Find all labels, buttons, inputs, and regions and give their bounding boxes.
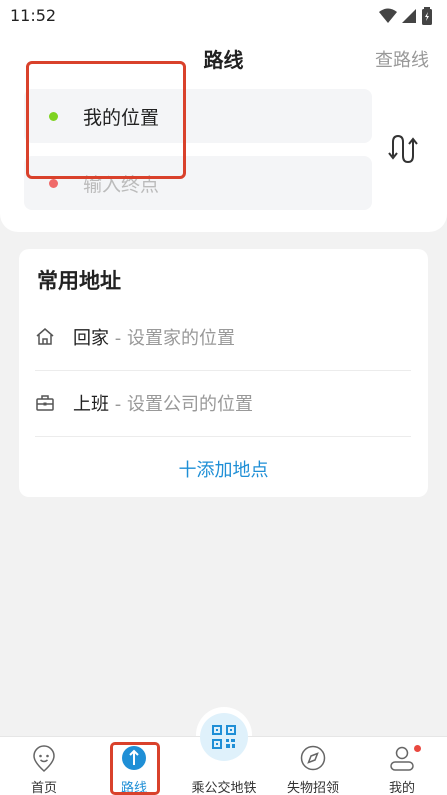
address-row-home[interactable]: 回家 - 设置家的位置	[35, 305, 411, 371]
status-icons	[379, 6, 433, 26]
battery-icon	[422, 7, 432, 25]
tab-mine[interactable]: 我的	[372, 737, 432, 795]
address-work-name: 上班	[73, 394, 109, 415]
address-home-hint: 设置家的位置	[126, 328, 235, 349]
address-row-work[interactable]: 上班 - 设置公司的位置	[35, 371, 411, 437]
search-route-button[interactable]: 查路线	[375, 46, 429, 72]
tab-mine-label: 我的	[388, 781, 415, 795]
wifi-icon	[379, 8, 397, 23]
signal-icon	[402, 9, 416, 23]
address-home-text: 回家 - 设置家的位置	[73, 324, 235, 350]
common-addresses-title: 常用地址	[37, 269, 121, 293]
qr-code-button[interactable]	[200, 713, 248, 761]
tab-home-label: 首页	[30, 781, 57, 795]
tab-lost-found[interactable]: 失物招领	[276, 737, 350, 795]
add-place-button[interactable]: 十添加地点	[19, 456, 428, 482]
address-work-hint: 设置公司的位置	[126, 394, 253, 415]
common-addresses-card: 常用地址 回家 - 设置家的位置 上班 - 设置公司的位置 十添加地点	[19, 249, 428, 497]
address-home-separator: -	[109, 328, 127, 349]
tab-home[interactable]: 首页	[14, 737, 74, 795]
end-dot-icon	[49, 179, 58, 188]
home-icon	[36, 328, 54, 345]
compass-icon	[300, 745, 326, 771]
address-home-name: 回家	[73, 328, 109, 349]
route-inputs-highlight	[26, 61, 186, 179]
notification-badge	[414, 745, 421, 752]
tab-bus-metro-label: 乘公交地铁	[191, 781, 257, 795]
user-icon	[390, 746, 414, 771]
tab-lost-found-label: 失物招领	[286, 781, 339, 795]
briefcase-icon	[36, 395, 54, 411]
swap-route-icon[interactable]	[388, 132, 422, 166]
qr-code-icon	[212, 725, 236, 749]
location-pin-icon	[33, 745, 55, 773]
status-time: 11:52	[10, 6, 57, 25]
route-tab-highlight	[110, 742, 160, 795]
address-work-text: 上班 - 设置公司的位置	[73, 390, 253, 416]
address-work-separator: -	[109, 394, 127, 415]
status-bar: 11:52	[0, 0, 447, 32]
